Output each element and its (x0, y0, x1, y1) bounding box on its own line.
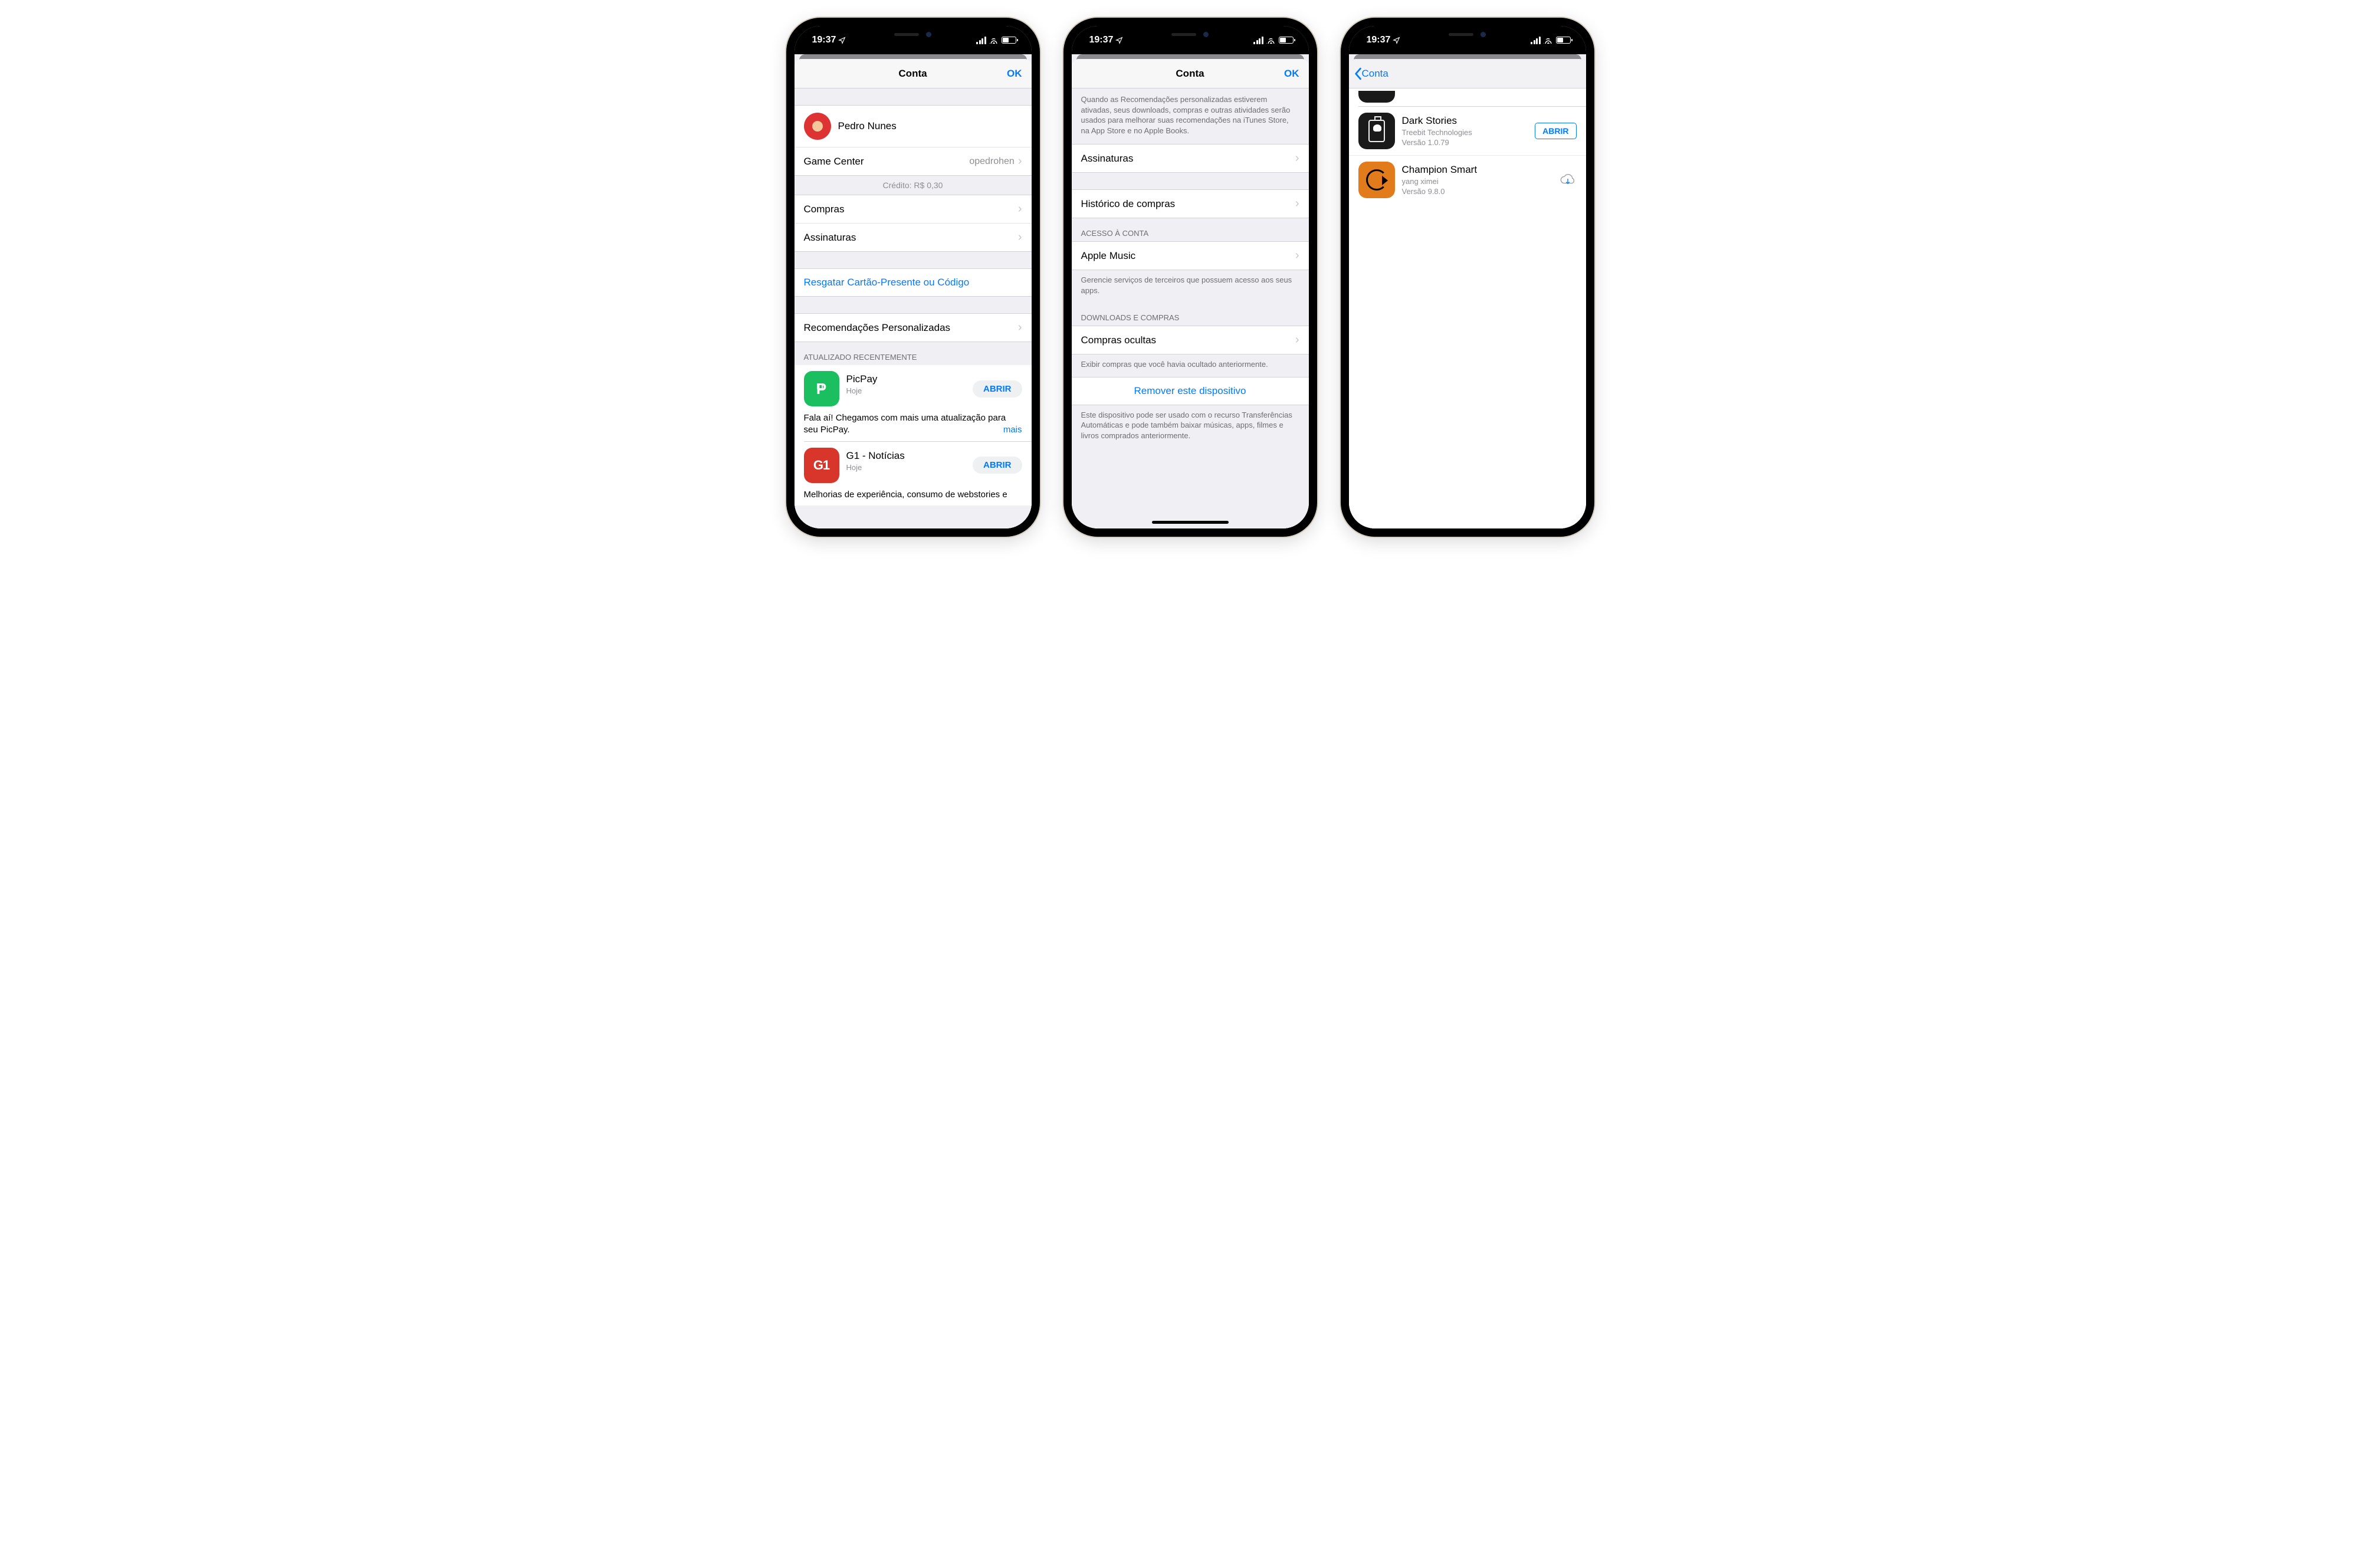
home-indicator[interactable] (1152, 521, 1229, 524)
battery-icon (1002, 37, 1016, 44)
sheet: Conta OK Quando as Recomendações persona… (1072, 59, 1309, 528)
location-icon (1393, 37, 1400, 44)
nav-bar: Conta (1349, 59, 1586, 88)
updated-recently-header: ATUALIZADO RECENTEMENTE (795, 342, 1032, 365)
sheet: Conta OK Pedro Nunes Game Center opedroh… (795, 59, 1032, 528)
sheet: Conta Dark Stories Treebit Technologies … (1349, 59, 1586, 528)
nav-bar: Conta OK (1072, 59, 1309, 88)
app-sub: Hoje (846, 463, 973, 472)
gamecenter-value: opedrohen (969, 156, 1015, 167)
apple-music-row[interactable]: Apple Music › (1072, 242, 1309, 270)
app-row-champion-smart[interactable]: Champion Smart yang ximei Versão 9.8.0 (1349, 156, 1586, 204)
g1-icon: G1 (804, 448, 839, 483)
ocultas-footer: Exibir compras que você havia ocultado a… (1072, 354, 1309, 377)
open-button-dark[interactable]: ABRIR (1535, 123, 1576, 139)
battery-icon (1556, 37, 1571, 44)
app-publisher: yang ximei (1402, 177, 1559, 186)
screen-1: 19:37 Conta OK Pedro Nunes (795, 26, 1032, 528)
nav-ok-button[interactable]: OK (1284, 68, 1299, 80)
compras-row[interactable]: Compras › (795, 195, 1032, 224)
downloads-header: DOWNLOADS E COMPRAS (1072, 303, 1309, 326)
chevron-right-icon: › (1295, 333, 1299, 347)
nav-title: Conta (898, 68, 927, 80)
picpay-icon: P (804, 371, 839, 406)
chevron-right-icon: › (1018, 231, 1022, 244)
nav-title: Conta (1176, 68, 1204, 80)
app-name: G1 - Notícias (846, 450, 973, 462)
chevron-right-icon: › (1295, 249, 1299, 262)
cellular-icon (1253, 37, 1263, 44)
content-area[interactable]: Pedro Nunes Game Center opedrohen › Créd… (795, 88, 1032, 528)
acesso-footer: Gerencie serviços de terceiros que possu… (1072, 270, 1309, 303)
app-publisher: Treebit Technologies (1402, 128, 1535, 137)
remove-device-row[interactable]: Remover este dispositivo (1072, 377, 1309, 405)
app-row-dark-stories[interactable]: Dark Stories Treebit Technologies Versão… (1349, 107, 1586, 156)
chevron-right-icon: › (1018, 321, 1022, 334)
chevron-right-icon: › (1018, 202, 1022, 216)
avatar (804, 113, 831, 140)
app-version: Versão 1.0.79 (1402, 138, 1535, 147)
cellular-icon (976, 37, 986, 44)
compras-ocultas-row[interactable]: Compras ocultas › (1072, 326, 1309, 354)
notch (1417, 26, 1518, 42)
nav-ok-button[interactable]: OK (1007, 68, 1022, 80)
nav-bar: Conta OK (795, 59, 1032, 88)
phone-frame-1: 19:37 Conta OK Pedro Nunes (786, 18, 1040, 537)
open-button-picpay[interactable]: ABRIR (973, 380, 1022, 398)
nav-back-button[interactable]: Conta (1354, 67, 1388, 80)
content-area[interactable]: Dark Stories Treebit Technologies Versão… (1349, 88, 1586, 528)
wifi-icon (1544, 37, 1553, 44)
gamecenter-label: Game Center (804, 156, 970, 168)
picpay-desc: Fala aí! Chegamos com mais uma atualizaç… (795, 410, 1032, 441)
location-icon (838, 37, 846, 44)
assinaturas-row[interactable]: Assinaturas › (1072, 145, 1309, 172)
chevron-right-icon: › (1018, 155, 1022, 168)
status-time: 19:37 (1089, 35, 1114, 45)
app-row-picpay[interactable]: P PicPay Hoje ABRIR (795, 365, 1032, 410)
notch (1140, 26, 1240, 42)
screen-2: 19:37 Conta OK Quando as Recomendações p… (1072, 26, 1309, 528)
open-button-g1[interactable]: ABRIR (973, 457, 1022, 474)
app-row-g1[interactable]: G1 G1 - Notícias Hoje ABRIR (795, 442, 1032, 487)
battery-icon (1279, 37, 1294, 44)
status-time: 19:37 (812, 35, 836, 45)
status-time: 19:37 (1367, 35, 1391, 45)
profile-row[interactable]: Pedro Nunes (795, 106, 1032, 147)
phone-frame-2: 19:37 Conta OK Quando as Recomendações p… (1063, 18, 1317, 537)
credit-label: Crédito: R$ 0,30 (795, 176, 1032, 195)
partial-app-icon (1358, 91, 1395, 103)
screen-3: 19:37 Conta (1349, 26, 1586, 528)
g1-desc: Melhorias de experiência, consumo de web… (795, 487, 1032, 505)
wifi-icon (1266, 37, 1276, 44)
recomendacoes-row[interactable]: Recomendações Personalizadas › (795, 314, 1032, 342)
wifi-icon (989, 37, 999, 44)
remover-footer: Este dispositivo pode ser usado com o re… (1072, 405, 1309, 448)
recommendations-note: Quando as Recomendações personalizadas e… (1072, 88, 1309, 144)
dark-stories-icon (1358, 113, 1395, 149)
app-sub: Hoje (846, 386, 973, 395)
champion-smart-icon (1358, 162, 1395, 198)
notch (863, 26, 963, 42)
app-name: Dark Stories (1402, 115, 1535, 127)
chevron-right-icon: › (1295, 152, 1299, 165)
assinaturas-row[interactable]: Assinaturas › (795, 224, 1032, 251)
location-icon (1115, 37, 1123, 44)
more-link[interactable]: mais (1003, 424, 1022, 436)
cellular-icon (1531, 37, 1541, 44)
chevron-right-icon: › (1295, 197, 1299, 211)
gamecenter-row[interactable]: Game Center opedrohen › (795, 147, 1032, 175)
acesso-header: ACESSO À CONTA (1072, 218, 1309, 241)
download-cloud-icon[interactable] (1559, 173, 1577, 186)
app-name: PicPay (846, 373, 973, 385)
content-area[interactable]: Quando as Recomendações personalizadas e… (1072, 88, 1309, 528)
phone-frame-3: 19:37 Conta (1341, 18, 1594, 537)
profile-name: Pedro Nunes (838, 120, 1022, 132)
chevron-left-icon (1354, 67, 1362, 80)
resgatar-row[interactable]: Resgatar Cartão-Presente ou Código (795, 269, 1032, 296)
historico-row[interactable]: Histórico de compras › (1072, 190, 1309, 218)
app-version: Versão 9.8.0 (1402, 187, 1559, 196)
app-name: Champion Smart (1402, 164, 1559, 176)
